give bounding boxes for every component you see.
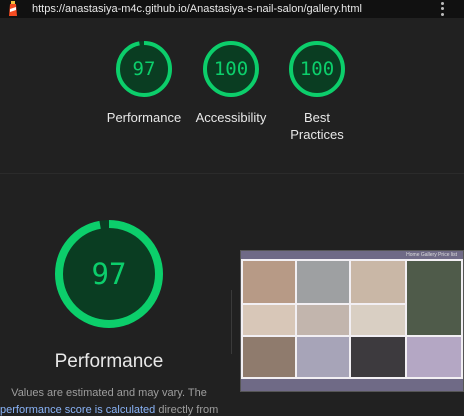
gauge-label-performance: Performance: [106, 110, 182, 125]
page-url[interactable]: https://anastasiya-m4c.github.io/Anastas…: [32, 3, 362, 15]
gallery-photo: [351, 337, 405, 377]
gallery-photo: [297, 305, 349, 335]
score-calculation-link[interactable]: performance score is calculated: [0, 404, 155, 416]
screenshot-header: Home Gallery Price list: [241, 251, 463, 259]
gallery-photo: [407, 337, 461, 377]
performance-note: Values are estimated and may vary. The: [11, 387, 207, 399]
gauge-accessibility[interactable]: 100: [201, 39, 261, 99]
final-screenshot[interactable]: Home Gallery Price list: [240, 250, 464, 392]
lighthouse-logo-icon: [9, 1, 17, 16]
gallery-photo: [297, 261, 349, 303]
screenshot-nav-text: Home Gallery Price list: [406, 252, 457, 258]
screenshot-footer: [241, 379, 463, 391]
gauge-score: 100: [213, 58, 249, 80]
more-options-icon[interactable]: [436, 1, 448, 17]
gauge-score: 100: [299, 58, 335, 80]
gallery-photo: [297, 337, 349, 377]
performance-note-continued: performance score is calculated directly…: [0, 404, 230, 416]
gallery-photo: [407, 261, 461, 335]
address-bar: https://anastasiya-m4c.github.io/Anastas…: [0, 0, 464, 18]
performance-title: Performance: [54, 351, 164, 372]
gauge-label-accessibility: Accessibility: [195, 110, 267, 125]
vertical-divider: [231, 290, 232, 354]
gallery-photo: [351, 305, 405, 335]
section-divider: [0, 173, 464, 174]
gallery-photo: [243, 305, 295, 335]
gauge-label-best-practices: Best Practices: [290, 110, 344, 142]
note-text: directly from: [158, 404, 219, 416]
gallery-photo: [243, 261, 295, 303]
performance-score: 97: [91, 257, 127, 291]
gauge-score: 97: [132, 58, 156, 80]
gauge-best-practices[interactable]: 100: [287, 39, 347, 99]
gauge-performance[interactable]: 97: [114, 39, 174, 99]
gallery-photo: [243, 337, 295, 377]
gallery-photo: [351, 261, 405, 303]
